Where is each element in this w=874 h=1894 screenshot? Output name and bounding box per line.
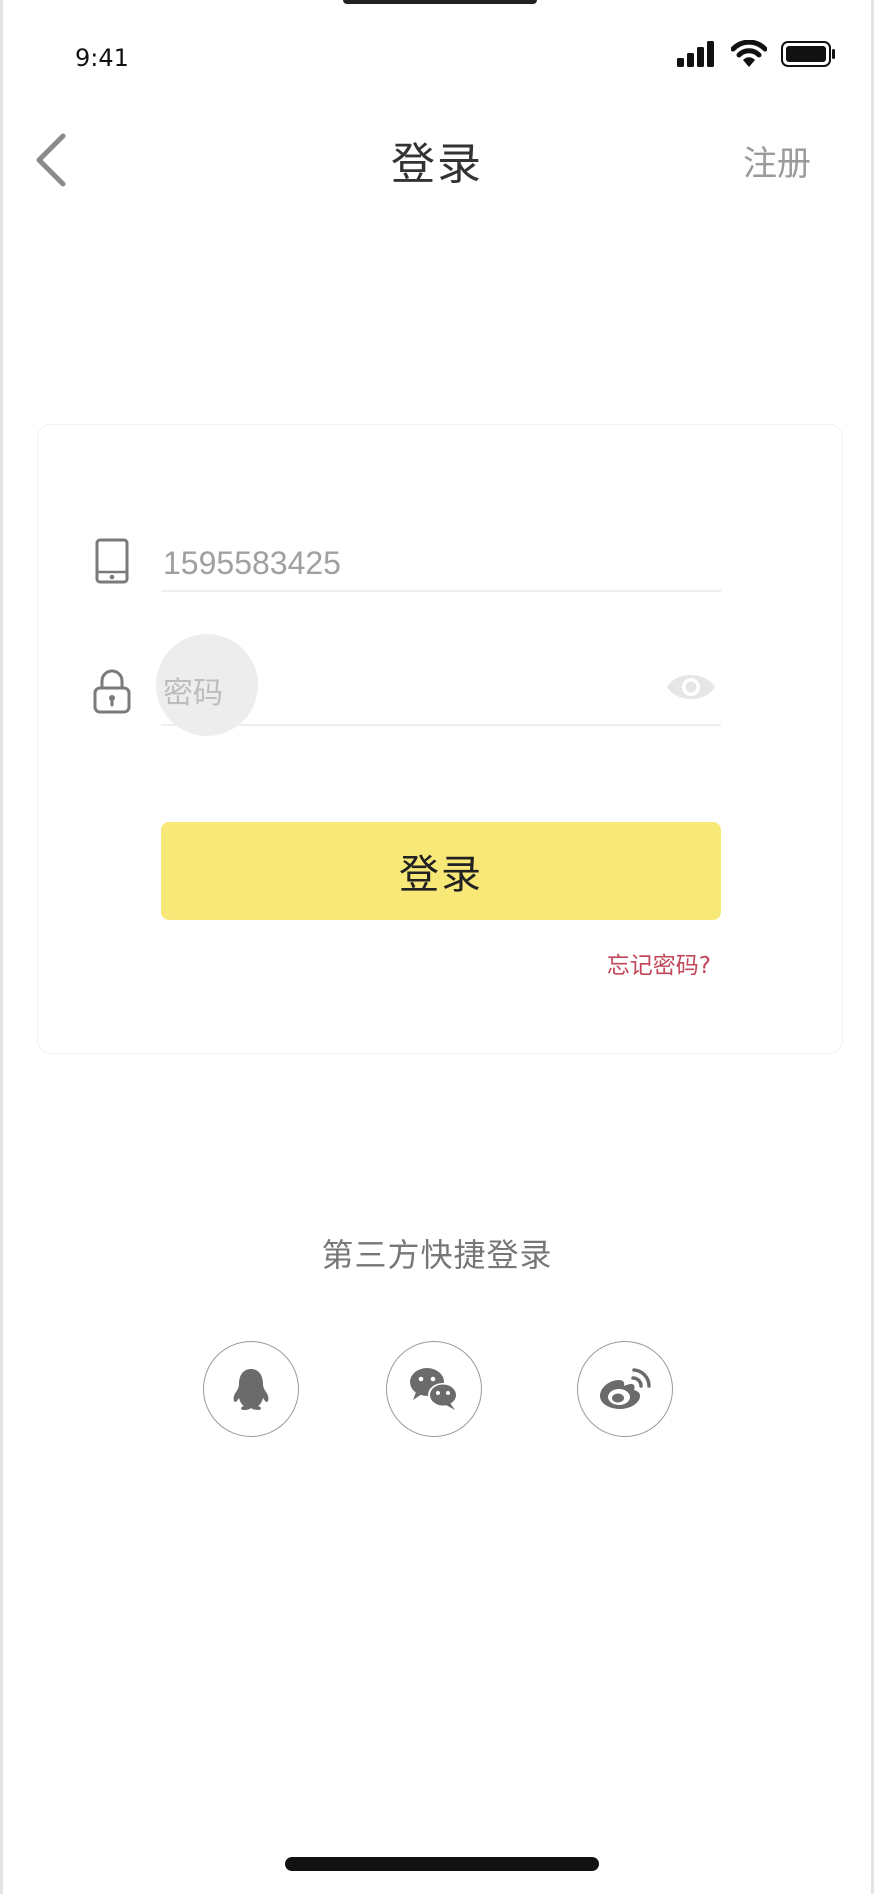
- status-icons: [677, 40, 837, 68]
- wechat-icon: [410, 1368, 458, 1410]
- status-time: 9:41: [75, 44, 129, 72]
- forgot-password-link[interactable]: 忘记密码?: [607, 946, 711, 980]
- third-party-login-title: 第三方快捷登录: [321, 1236, 553, 1274]
- login-screen: 9:41 登录 注册 1595583425 登录 忘记密码? 第三方快捷登录: [0, 0, 874, 1894]
- phone-input[interactable]: [161, 536, 721, 592]
- eye-icon: [667, 675, 715, 699]
- qq-login-button[interactable]: [203, 1341, 299, 1437]
- wechat-login-button[interactable]: [386, 1341, 482, 1437]
- device-notch: [343, 0, 537, 4]
- password-visibility-toggle[interactable]: [665, 668, 717, 706]
- weibo-login-button[interactable]: [577, 1341, 673, 1437]
- register-button[interactable]: 注册: [743, 136, 811, 185]
- qq-icon: [233, 1369, 269, 1410]
- login-button[interactable]: 登录: [161, 822, 721, 920]
- page-title: 登录: [391, 139, 483, 190]
- home-indicator[interactable]: [285, 1857, 599, 1871]
- battery-icon: [781, 41, 835, 67]
- mobile-phone-icon: [95, 538, 129, 584]
- login-card: [37, 424, 843, 1054]
- cellular-signal-icon: [677, 41, 714, 67]
- wifi-icon: [731, 40, 767, 67]
- weibo-icon: [600, 1368, 651, 1409]
- lock-icon: [93, 669, 131, 714]
- password-input[interactable]: [161, 662, 721, 726]
